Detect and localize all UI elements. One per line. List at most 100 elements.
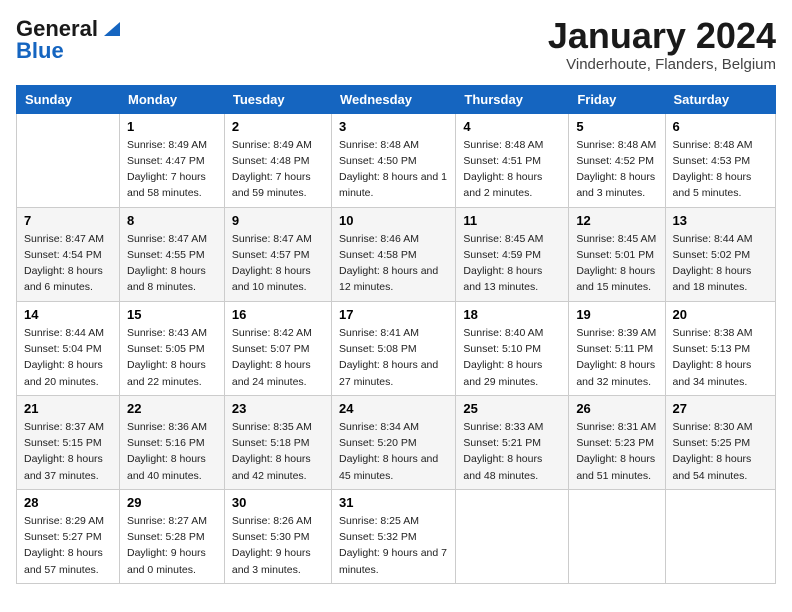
day-info: Sunrise: 8:37 AM Sunset: 5:15 PM Dayligh… [24, 419, 112, 484]
calendar-cell: 17 Sunrise: 8:41 AM Sunset: 5:08 PM Dayli… [331, 301, 455, 395]
calendar-cell: 7 Sunrise: 8:47 AM Sunset: 4:54 PM Daylig… [17, 207, 120, 301]
day-info: Sunrise: 8:44 AM Sunset: 5:04 PM Dayligh… [24, 325, 112, 390]
day-number: 1 [127, 119, 217, 134]
day-number: 24 [339, 401, 448, 416]
day-info: Sunrise: 8:43 AM Sunset: 5:05 PM Dayligh… [127, 325, 217, 390]
day-number: 17 [339, 307, 448, 322]
calendar-cell: 8 Sunrise: 8:47 AM Sunset: 4:55 PM Daylig… [120, 207, 225, 301]
day-number: 23 [232, 401, 324, 416]
day-info: Sunrise: 8:38 AM Sunset: 5:13 PM Dayligh… [673, 325, 768, 390]
day-info: Sunrise: 8:27 AM Sunset: 5:28 PM Dayligh… [127, 513, 217, 578]
week-row-4: 21 Sunrise: 8:37 AM Sunset: 5:15 PM Dayli… [17, 395, 776, 489]
day-info: Sunrise: 8:47 AM Sunset: 4:55 PM Dayligh… [127, 231, 217, 296]
day-number: 4 [463, 119, 561, 134]
day-number: 15 [127, 307, 217, 322]
day-info: Sunrise: 8:33 AM Sunset: 5:21 PM Dayligh… [463, 419, 561, 484]
calendar-cell: 11Sunrise: 8:45 AM Sunset: 4:59 PM Dayli… [456, 207, 569, 301]
calendar-cell: 16 Sunrise: 8:42 AM Sunset: 5:07 PM Dayli… [224, 301, 331, 395]
day-info: Sunrise: 8:48 AM Sunset: 4:53 PM Dayligh… [673, 137, 768, 202]
day-info: Sunrise: 8:48 AM Sunset: 4:51 PM Dayligh… [463, 137, 561, 202]
calendar-cell: 12 Sunrise: 8:45 AM Sunset: 5:01 PM Dayli… [569, 207, 665, 301]
col-header-friday: Friday [569, 85, 665, 113]
page-header: General Blue January 2024 Vinderhoute, F… [16, 16, 776, 73]
day-number: 5 [576, 119, 657, 134]
calendar-cell: 22 Sunrise: 8:36 AM Sunset: 5:16 PM Dayli… [120, 395, 225, 489]
calendar-cell: 30 Sunrise: 8:26 AM Sunset: 5:30 PM Dayli… [224, 489, 331, 583]
day-number: 29 [127, 495, 217, 510]
week-row-2: 7 Sunrise: 8:47 AM Sunset: 4:54 PM Daylig… [17, 207, 776, 301]
calendar-cell: 9 Sunrise: 8:47 AM Sunset: 4:57 PM Daylig… [224, 207, 331, 301]
calendar-cell: 29 Sunrise: 8:27 AM Sunset: 5:28 PM Dayli… [120, 489, 225, 583]
location-subtitle: Vinderhoute, Flanders, Belgium [548, 56, 776, 73]
day-info: Sunrise: 8:35 AM Sunset: 5:18 PM Dayligh… [232, 419, 324, 484]
day-number: 18 [463, 307, 561, 322]
calendar-cell [17, 113, 120, 207]
day-info: Sunrise: 8:31 AM Sunset: 5:23 PM Dayligh… [576, 419, 657, 484]
calendar-cell: 6 Sunrise: 8:48 AM Sunset: 4:53 PM Daylig… [665, 113, 775, 207]
calendar-cell [569, 489, 665, 583]
col-header-saturday: Saturday [665, 85, 775, 113]
calendar-cell: 1 Sunrise: 8:49 AM Sunset: 4:47 PM Daylig… [120, 113, 225, 207]
day-info: Sunrise: 8:45 AM Sunset: 5:01 PM Dayligh… [576, 231, 657, 296]
day-info: Sunrise: 8:39 AM Sunset: 5:11 PM Dayligh… [576, 325, 657, 390]
calendar-cell [456, 489, 569, 583]
logo-arrow-icon [102, 18, 122, 38]
day-info: Sunrise: 8:47 AM Sunset: 4:54 PM Dayligh… [24, 231, 112, 296]
calendar-cell: 27Sunrise: 8:30 AM Sunset: 5:25 PM Dayli… [665, 395, 775, 489]
calendar-table: SundayMondayTuesdayWednesdayThursdayFrid… [16, 85, 776, 584]
day-number: 8 [127, 213, 217, 228]
calendar-cell: 13 Sunrise: 8:44 AM Sunset: 5:02 PM Dayli… [665, 207, 775, 301]
calendar-cell: 10Sunrise: 8:46 AM Sunset: 4:58 PM Dayli… [331, 207, 455, 301]
day-number: 16 [232, 307, 324, 322]
day-info: Sunrise: 8:29 AM Sunset: 5:27 PM Dayligh… [24, 513, 112, 578]
day-info: Sunrise: 8:26 AM Sunset: 5:30 PM Dayligh… [232, 513, 324, 578]
day-number: 12 [576, 213, 657, 228]
day-number: 20 [673, 307, 768, 322]
calendar-cell: 19 Sunrise: 8:39 AM Sunset: 5:11 PM Dayli… [569, 301, 665, 395]
calendar-cell: 18 Sunrise: 8:40 AM Sunset: 5:10 PM Dayli… [456, 301, 569, 395]
day-info: Sunrise: 8:49 AM Sunset: 4:47 PM Dayligh… [127, 137, 217, 202]
day-info: Sunrise: 8:41 AM Sunset: 5:08 PM Dayligh… [339, 325, 448, 390]
day-info: Sunrise: 8:34 AM Sunset: 5:20 PM Dayligh… [339, 419, 448, 484]
day-number: 22 [127, 401, 217, 416]
day-number: 9 [232, 213, 324, 228]
day-number: 6 [673, 119, 768, 134]
day-number: 31 [339, 495, 448, 510]
day-number: 25 [463, 401, 561, 416]
calendar-cell: 24 Sunrise: 8:34 AM Sunset: 5:20 PM Dayli… [331, 395, 455, 489]
day-info: Sunrise: 8:36 AM Sunset: 5:16 PM Dayligh… [127, 419, 217, 484]
day-info: Sunrise: 8:40 AM Sunset: 5:10 PM Dayligh… [463, 325, 561, 390]
day-info: Sunrise: 8:49 AM Sunset: 4:48 PM Dayligh… [232, 137, 324, 202]
day-info: Sunrise: 8:48 AM Sunset: 4:52 PM Dayligh… [576, 137, 657, 202]
day-number: 21 [24, 401, 112, 416]
calendar-cell: 5 Sunrise: 8:48 AM Sunset: 4:52 PM Daylig… [569, 113, 665, 207]
calendar-cell: 26Sunrise: 8:31 AM Sunset: 5:23 PM Dayli… [569, 395, 665, 489]
day-number: 30 [232, 495, 324, 510]
col-header-wednesday: Wednesday [331, 85, 455, 113]
week-row-3: 14 Sunrise: 8:44 AM Sunset: 5:04 PM Dayli… [17, 301, 776, 395]
day-info: Sunrise: 8:42 AM Sunset: 5:07 PM Dayligh… [232, 325, 324, 390]
calendar-cell: 15 Sunrise: 8:43 AM Sunset: 5:05 PM Dayli… [120, 301, 225, 395]
day-number: 19 [576, 307, 657, 322]
calendar-cell: 21 Sunrise: 8:37 AM Sunset: 5:15 PM Dayli… [17, 395, 120, 489]
calendar-cell: 4 Sunrise: 8:48 AM Sunset: 4:51 PM Daylig… [456, 113, 569, 207]
day-info: Sunrise: 8:45 AM Sunset: 4:59 PM Dayligh… [463, 231, 561, 296]
calendar-cell: 23 Sunrise: 8:35 AM Sunset: 5:18 PM Dayli… [224, 395, 331, 489]
day-info: Sunrise: 8:48 AM Sunset: 4:50 PM Dayligh… [339, 137, 448, 202]
col-header-tuesday: Tuesday [224, 85, 331, 113]
day-info: Sunrise: 8:30 AM Sunset: 5:25 PM Dayligh… [673, 419, 768, 484]
calendar-cell [665, 489, 775, 583]
day-info: Sunrise: 8:47 AM Sunset: 4:57 PM Dayligh… [232, 231, 324, 296]
day-info: Sunrise: 8:44 AM Sunset: 5:02 PM Dayligh… [673, 231, 768, 296]
day-number: 2 [232, 119, 324, 134]
day-number: 13 [673, 213, 768, 228]
calendar-cell: 25 Sunrise: 8:33 AM Sunset: 5:21 PM Dayli… [456, 395, 569, 489]
day-number: 14 [24, 307, 112, 322]
day-info: Sunrise: 8:25 AM Sunset: 5:32 PM Dayligh… [339, 513, 448, 578]
calendar-cell: 31 Sunrise: 8:25 AM Sunset: 5:32 PM Dayli… [331, 489, 455, 583]
calendar-cell: 3Sunrise: 8:48 AM Sunset: 4:50 PM Daylig… [331, 113, 455, 207]
day-info: Sunrise: 8:46 AM Sunset: 4:58 PM Dayligh… [339, 231, 448, 296]
logo-blue: Blue [16, 38, 64, 64]
title-block: January 2024 Vinderhoute, Flanders, Belg… [548, 16, 776, 73]
day-number: 7 [24, 213, 112, 228]
